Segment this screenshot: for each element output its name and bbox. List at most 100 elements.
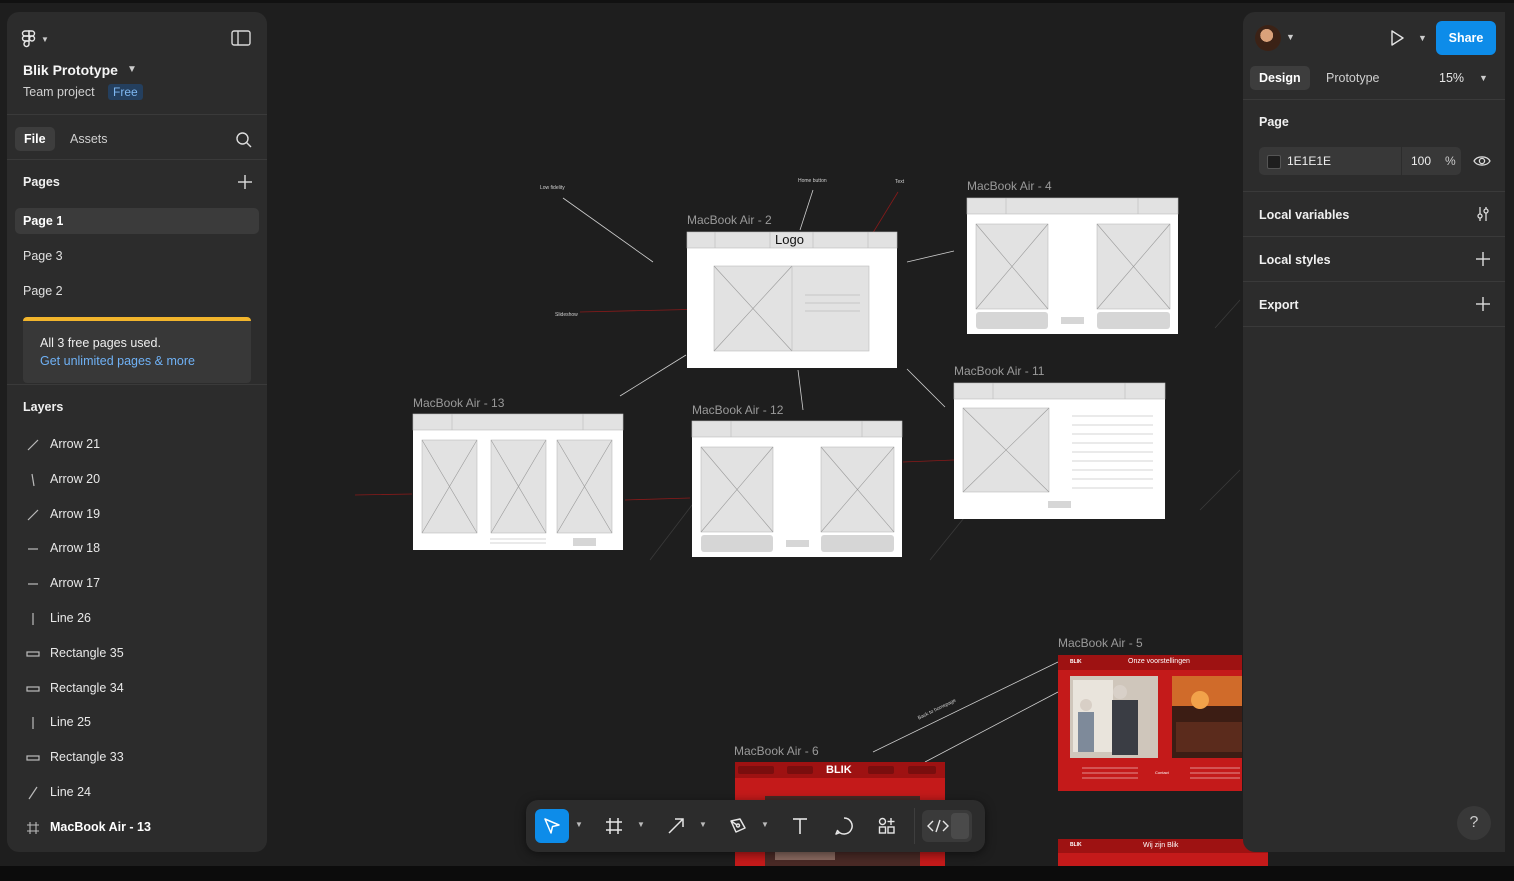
add-style-icon[interactable] (1475, 251, 1491, 267)
layer-row[interactable]: Rectangle 35 (15, 639, 259, 669)
zoom-level[interactable]: 15% (1439, 71, 1464, 85)
f5-contact: Contact (1155, 770, 1169, 775)
frame-tool-button[interactable] (597, 809, 631, 843)
code-brackets-icon (927, 819, 949, 833)
layer-row[interactable]: MacBook Air - 13 (15, 813, 259, 843)
frame-label-11[interactable]: MacBook Air - 11 (954, 364, 1044, 378)
pages-upsell-banner: All 3 free pages used. Get unlimited pag… (23, 317, 251, 383)
text-tool-button[interactable] (783, 809, 817, 843)
layer-label: Arrow 19 (50, 506, 101, 521)
color-swatch[interactable] (1267, 155, 1281, 169)
connector-line (902, 459, 955, 463)
chevron-down-icon[interactable]: ▼ (575, 820, 583, 829)
plan-badge: Free (108, 84, 143, 100)
left-panel: ▼ Blik Prototype ▼ Team project Free Fil… (7, 12, 267, 852)
chevron-down-icon[interactable]: ▼ (1418, 33, 1427, 43)
connector-line (354, 493, 413, 496)
connector-line (797, 369, 804, 411)
page-background-field[interactable]: 1E1E1E 100 % (1259, 147, 1461, 175)
layer-row[interactable]: Rectangle 33 (15, 743, 259, 773)
frame-label-5[interactable]: MacBook Air - 5 (1058, 636, 1143, 650)
local-styles-heading[interactable]: Local styles (1259, 253, 1331, 267)
layer-row[interactable]: Line 26 (15, 604, 259, 634)
frame-label-2[interactable]: MacBook Air - 2 (687, 213, 772, 227)
chevron-down-icon[interactable]: ▼ (699, 820, 707, 829)
comment-tool-button[interactable] (827, 809, 861, 843)
move-tool-button[interactable] (535, 809, 569, 843)
annotation-text: Text (895, 179, 905, 185)
page-item-2[interactable]: Page 2 (15, 278, 259, 304)
tab-prototype[interactable]: Prototype (1317, 66, 1389, 90)
connector-line (799, 189, 814, 231)
frame-label-12[interactable]: MacBook Air - 12 (692, 403, 783, 417)
page-item-1[interactable]: Page 1 (15, 208, 259, 234)
local-variables-heading[interactable]: Local variables (1259, 208, 1349, 222)
chevron-down-icon[interactable]: ▼ (127, 64, 137, 75)
components-grid-icon (878, 817, 895, 834)
divider (7, 384, 267, 385)
page-section-heading: Page (1259, 115, 1289, 129)
chevron-down-icon[interactable]: ▼ (1286, 32, 1295, 42)
layer-label: Arrow 17 (50, 576, 101, 591)
line-vertical-icon (32, 613, 34, 625)
sidebar-toggle-icon[interactable] (231, 30, 251, 46)
layer-row[interactable]: Arrow 20 (15, 465, 259, 495)
connector-line (624, 497, 691, 501)
divider (1243, 99, 1505, 100)
file-assets-tabs: File Assets (7, 115, 267, 160)
arrow-horizontal-icon (28, 583, 38, 585)
export-heading[interactable]: Export (1259, 298, 1299, 312)
add-page-icon[interactable] (237, 174, 253, 190)
connector-line (906, 368, 946, 408)
upsell-link[interactable]: Get unlimited pages & more (40, 354, 195, 368)
layer-label: Rectangle 33 (50, 750, 124, 765)
layer-row[interactable]: Line 24 (15, 778, 259, 808)
chevron-down-icon[interactable]: ▼ (637, 820, 645, 829)
add-export-icon[interactable] (1475, 296, 1491, 312)
main-menu-button[interactable]: ▼ (21, 26, 57, 52)
tab-assets[interactable]: Assets (61, 127, 117, 151)
help-button[interactable]: ? (1457, 806, 1491, 840)
layer-label: Line 25 (50, 715, 92, 730)
upsell-message: All 3 free pages used. (40, 336, 161, 350)
visibility-eye-icon[interactable] (1473, 152, 1491, 170)
variables-sliders-icon[interactable] (1475, 206, 1491, 222)
present-play-icon[interactable] (1388, 29, 1406, 47)
divider (1243, 281, 1505, 282)
arrow-tool-button[interactable] (659, 809, 693, 843)
right-panel: ▼ ▼ Share Design Prototype 15% ▼ Page 1E… (1243, 12, 1505, 852)
layer-row[interactable]: Rectangle 34 (15, 674, 259, 704)
layer-label: MacBook Air - 13 (50, 819, 151, 834)
layer-label: Line 26 (50, 611, 92, 625)
search-icon[interactable] (235, 131, 253, 149)
layer-row[interactable]: Arrow 21 (15, 430, 259, 460)
tab-file[interactable]: File (15, 127, 55, 151)
dock-strip (0, 866, 1514, 881)
actions-button[interactable] (870, 809, 904, 843)
chevron-down-icon[interactable]: ▼ (761, 820, 769, 829)
frame-label-6[interactable]: MacBook Air - 6 (734, 744, 819, 758)
rectangle-icon (26, 685, 40, 692)
avatar[interactable] (1255, 25, 1281, 51)
frame-label-4[interactable]: MacBook Air - 4 (967, 179, 1052, 193)
layer-row[interactable]: Line 25 (15, 708, 259, 738)
rectangle-icon (26, 755, 40, 761)
tab-design[interactable]: Design (1250, 66, 1310, 90)
frame-macbook-air-12 (691, 420, 903, 557)
share-button[interactable]: Share (1436, 21, 1496, 55)
background-hex[interactable]: 1E1E1E (1287, 154, 1331, 168)
frame-label-13[interactable]: MacBook Air - 13 (413, 396, 504, 410)
project-name[interactable]: Blik Prototype (23, 62, 118, 78)
arrow-diagonal-icon (27, 509, 39, 521)
bottom-frame-brand: BLIK (1070, 842, 1082, 848)
layer-row[interactable]: Arrow 17 (15, 569, 259, 599)
background-opacity[interactable]: 100 (1411, 154, 1431, 168)
pen-tool-button[interactable] (721, 809, 755, 843)
connector-line (1199, 469, 1241, 511)
dev-mode-toggle[interactable] (922, 810, 972, 842)
team-name[interactable]: Team project (23, 85, 95, 99)
chevron-down-icon[interactable]: ▼ (1479, 73, 1488, 83)
page-item-3[interactable]: Page 3 (15, 243, 259, 269)
layer-row[interactable]: Arrow 18 (15, 534, 259, 564)
layer-row[interactable]: Arrow 19 (15, 500, 259, 530)
